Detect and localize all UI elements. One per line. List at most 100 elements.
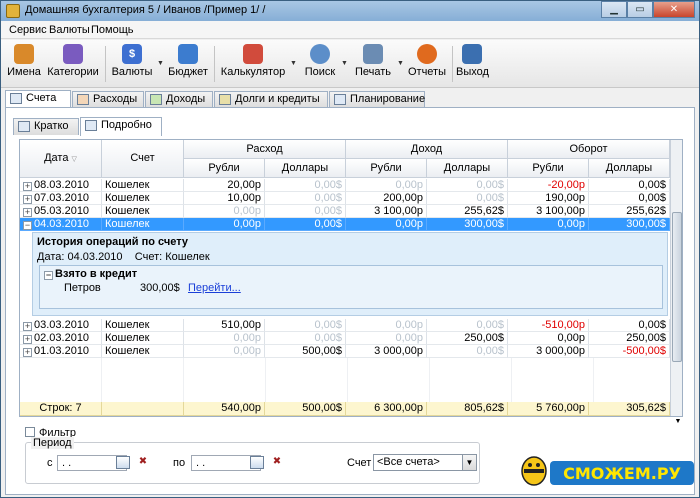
detailed-icon bbox=[85, 120, 97, 131]
cell-turnover-usd: 300,00$ bbox=[589, 218, 670, 231]
table-row[interactable]: +07.03.2010 Кошелек 10,00р 0,00$ 200,00р… bbox=[20, 192, 670, 205]
cell-income-usd: 0,00$ bbox=[427, 179, 508, 192]
date-label: Дата: bbox=[37, 251, 65, 263]
clear-date-icon[interactable]: ✖ bbox=[137, 456, 149, 468]
operation-history-panel: История операций по счету Дата: 04.03.20… bbox=[32, 232, 668, 316]
calculator-dropdown-icon[interactable]: ▼ bbox=[290, 60, 297, 67]
cell-income-rub: 200,00р bbox=[346, 192, 427, 205]
tab-expenses[interactable]: Расходы bbox=[72, 91, 144, 108]
table-row[interactable]: +01.03.2010 Кошелек 0,00р 500,00$ 3 000,… bbox=[20, 345, 670, 358]
cell-turnover-rub: -20,00р bbox=[508, 179, 589, 192]
budget-button[interactable]: Бюджет bbox=[167, 44, 209, 84]
expand-icon[interactable]: + bbox=[23, 195, 32, 204]
calendar-icon[interactable] bbox=[250, 456, 264, 469]
dollar-icon: $ bbox=[122, 44, 142, 64]
collapse-icon[interactable]: − bbox=[44, 271, 53, 280]
tab-debts[interactable]: Долги и кредиты bbox=[214, 91, 328, 108]
menu-bar: Сервис Валюты Помощь bbox=[1, 21, 699, 39]
toolbar: Имена Категории $ Валюты ▼ Бюджет Кальку… bbox=[1, 40, 699, 88]
expand-icon[interactable]: + bbox=[23, 348, 32, 357]
chevron-down-icon[interactable]: ▼ bbox=[462, 455, 476, 470]
brief-icon bbox=[18, 121, 30, 132]
cell-expense-rub: 0,00р bbox=[184, 205, 265, 218]
total-expense-usd: 500,00$ bbox=[265, 402, 346, 416]
expand-icon[interactable]: + bbox=[23, 322, 32, 331]
print-dropdown-icon[interactable]: ▼ bbox=[397, 60, 404, 67]
cell-expense-usd: 0,00$ bbox=[265, 205, 346, 218]
date-value: 04.03.2010 bbox=[67, 251, 123, 263]
filter-checkbox[interactable] bbox=[25, 427, 35, 437]
cell-turnover-usd: 0,00$ bbox=[589, 319, 670, 332]
tab-income[interactable]: Доходы bbox=[145, 91, 213, 108]
cell-expense-rub: 10,00р bbox=[184, 192, 265, 205]
calendar-icon[interactable] bbox=[116, 456, 130, 469]
search-dropdown-icon[interactable]: ▼ bbox=[341, 60, 348, 67]
table-row[interactable]: +08.03.2010 Кошелек 20,00р 0,00$ 0,00р 0… bbox=[20, 179, 670, 192]
tab-detailed[interactable]: Подробно bbox=[80, 117, 162, 136]
print-button[interactable]: Печать bbox=[354, 44, 392, 84]
printer-icon bbox=[363, 44, 383, 64]
header-expense: Расход bbox=[184, 140, 346, 159]
menu-service[interactable]: Сервис bbox=[9, 24, 47, 36]
menu-help[interactable]: Помощь bbox=[91, 24, 134, 36]
cell-account: Кошелек bbox=[102, 332, 184, 345]
vertical-scrollbar[interactable] bbox=[670, 140, 682, 416]
person-name: Петров bbox=[64, 282, 101, 294]
scrollbar-thumb[interactable] bbox=[672, 212, 682, 362]
reports-button[interactable]: Отчеты bbox=[407, 44, 447, 84]
cell-income-usd: 0,00$ bbox=[427, 192, 508, 205]
header-turnover-rub[interactable]: Рубли bbox=[508, 159, 589, 178]
menu-currencies[interactable]: Валюты bbox=[49, 24, 90, 36]
scroll-down-icon[interactable]: ▼ bbox=[673, 418, 683, 426]
header-account[interactable]: Счет bbox=[102, 140, 184, 178]
total-income-rub: 6 300,00р bbox=[346, 402, 427, 416]
report-icon bbox=[417, 44, 437, 64]
currencies-dropdown-icon[interactable]: ▼ bbox=[157, 60, 164, 67]
maximize-button[interactable]: ▭ bbox=[627, 1, 653, 18]
names-button[interactable]: Имена bbox=[7, 44, 41, 84]
calculator-button[interactable]: Калькулятор bbox=[220, 44, 286, 84]
group-title: Взято в кредит bbox=[55, 268, 138, 280]
cell-turnover-usd: 250,00$ bbox=[589, 332, 670, 345]
tab-brief[interactable]: Кратко bbox=[13, 118, 79, 135]
cell-expense-usd: 0,00$ bbox=[265, 192, 346, 205]
categories-button[interactable]: Категории bbox=[46, 44, 100, 84]
header-income-usd[interactable]: Доллары bbox=[427, 159, 508, 178]
tab-planning[interactable]: Планирование bbox=[329, 91, 425, 108]
table-row[interactable]: +02.03.2010 Кошелек 0,00р 0,00$ 0,00р 25… bbox=[20, 332, 670, 345]
table-row[interactable]: +03.03.2010 Кошелек 510,00р 0,00$ 0,00р … bbox=[20, 319, 670, 332]
goto-link[interactable]: Перейти... bbox=[188, 282, 241, 294]
header-date[interactable]: Дата ▽ bbox=[20, 140, 102, 178]
wallet-icon bbox=[178, 44, 198, 64]
search-button[interactable]: Поиск bbox=[303, 44, 337, 84]
cell-turnover-usd: 255,62$ bbox=[589, 205, 670, 218]
clear-date-icon[interactable]: ✖ bbox=[271, 456, 283, 468]
table-row[interactable]: +05.03.2010 Кошелек 0,00р 0,00$ 3 100,00… bbox=[20, 205, 670, 218]
cell-income-rub: 3 000,00р bbox=[346, 345, 427, 358]
currencies-button[interactable]: $ Валюты bbox=[111, 44, 153, 84]
header-turnover-usd[interactable]: Доллары bbox=[589, 159, 670, 178]
cell-expense-rub: 0,00р bbox=[184, 345, 265, 358]
collapse-icon[interactable]: − bbox=[23, 221, 32, 230]
cell-expense-usd: 0,00$ bbox=[265, 332, 346, 345]
cell-turnover-usd: -500,00$ bbox=[589, 345, 670, 358]
income-icon bbox=[150, 94, 162, 105]
expand-icon[interactable]: + bbox=[23, 335, 32, 344]
header-expense-rub[interactable]: Рубли bbox=[184, 159, 265, 178]
exit-icon bbox=[462, 44, 482, 64]
cell-account: Кошелек bbox=[102, 205, 184, 218]
credit-group: − Взято в кредит Петров 300,00$ Перейти..… bbox=[39, 265, 663, 309]
expand-icon[interactable]: + bbox=[23, 182, 32, 191]
header-income-rub[interactable]: Рубли bbox=[346, 159, 427, 178]
account-select[interactable]: <Все счета> ▼ bbox=[373, 454, 477, 471]
app-window: Домашняя бухгалтерия 5 / Иванов /Пример … bbox=[0, 0, 700, 498]
cell-income-usd: 255,62$ bbox=[427, 205, 508, 218]
table-row-selected[interactable]: −04.03.2010 Кошелек 0,00р 0,00$ 0,00р 30… bbox=[20, 218, 670, 231]
minimize-button[interactable]: ▁ bbox=[601, 1, 627, 18]
expand-icon[interactable]: + bbox=[23, 208, 32, 217]
exit-button[interactable]: Выход bbox=[456, 44, 489, 84]
cell-account: Кошелек bbox=[102, 218, 184, 231]
planning-icon bbox=[334, 94, 346, 105]
close-button[interactable]: ✕ bbox=[653, 1, 695, 18]
header-expense-usd[interactable]: Доллары bbox=[265, 159, 346, 178]
